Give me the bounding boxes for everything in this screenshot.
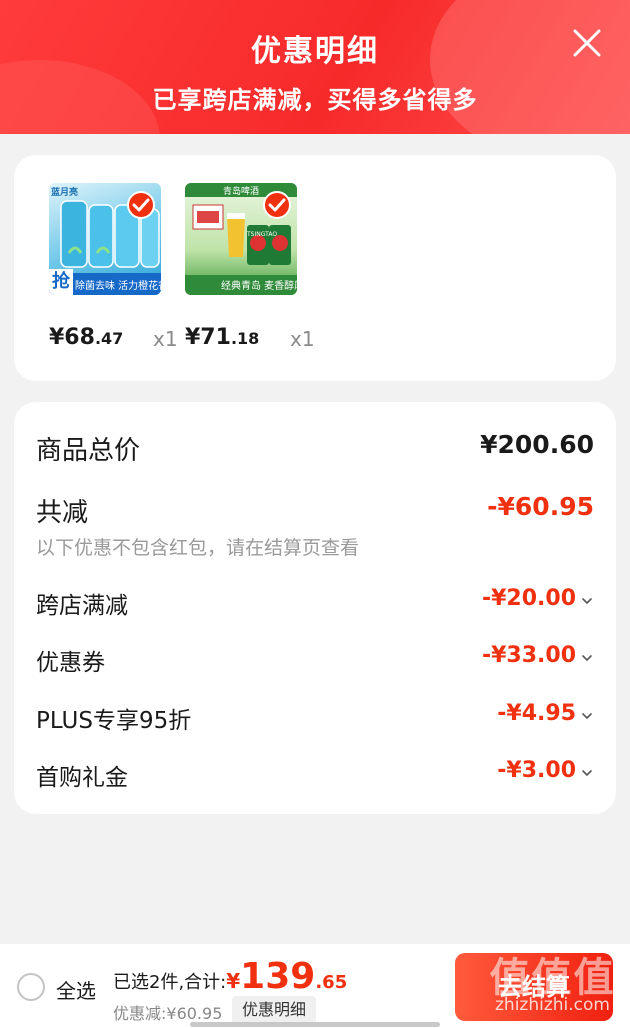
- product-image-beer[interactable]: 青岛啤酒 TSINGTAO 经典青岛 麦香醇厚: [185, 183, 297, 295]
- discount-label: 优惠券: [36, 650, 105, 676]
- checkout-bar: 全选 已选2件,合计:¥139.65 优惠减:¥60.95 优惠明细 去结算: [0, 944, 630, 1028]
- discount-detail-card: 商品总价 ¥200.60 共减 -¥60.95 以下优惠不包含红包，请在结算页查…: [14, 402, 616, 814]
- home-indicator[interactable]: [190, 1022, 440, 1027]
- chevron-down-icon[interactable]: [580, 709, 594, 723]
- checkmark-icon: [127, 191, 155, 219]
- product-quantity: x1: [153, 327, 178, 351]
- product-item[interactable]: 青岛啤酒 TSINGTAO 经典青岛 麦香醇厚 ¥71.18 x1: [185, 183, 315, 351]
- discount-hint: 以下优惠不包含红包，请在结算页查看: [36, 537, 360, 559]
- chevron-down-icon[interactable]: [580, 594, 594, 608]
- selected-summary: 已选2件,合计:¥139.65: [113, 956, 347, 997]
- discount-detail-button[interactable]: 优惠明细: [232, 996, 317, 1024]
- header: 优惠明细 已享跨店满减，买得多省得多: [0, 0, 630, 134]
- discount-value: -¥20.00: [481, 586, 576, 611]
- product-brand: 蓝月亮: [51, 188, 79, 198]
- total-reduce-value: -¥60.95: [487, 492, 594, 521]
- product-image-detergent[interactable]: 蓝月亮 抢 除菌去味 活力橙花香: [49, 183, 161, 295]
- total-price-label: 商品总价: [36, 436, 141, 466]
- discount-value: -¥33.00: [481, 643, 576, 668]
- discount-label: 首购礼金: [36, 765, 128, 791]
- page-subtitle: 已享跨店满减，买得多省得多: [152, 86, 478, 114]
- product-item[interactable]: 蓝月亮 抢 除菌去味 活力橙花香 ¥68.47 x1: [49, 183, 178, 351]
- discount-value: -¥4.95: [497, 701, 576, 726]
- discount-value: -¥3.00: [497, 758, 576, 783]
- checkout-button[interactable]: 去结算: [455, 953, 613, 1021]
- product-banner: 经典青岛 麦香醇厚: [221, 281, 297, 292]
- select-all-radio[interactable]: [17, 973, 45, 1001]
- product-banner: 除菌去味 活力橙花香: [75, 281, 161, 292]
- total-amount: ¥139.65: [226, 956, 348, 997]
- selected-count-text: 已选2件,合计:: [113, 972, 227, 993]
- checkmark-icon: [263, 191, 291, 219]
- chevron-down-icon[interactable]: [580, 651, 594, 665]
- product-price: ¥68.47: [49, 325, 124, 350]
- product-price: ¥71.18: [185, 325, 260, 350]
- discount-label: PLUS专享95折: [36, 708, 192, 734]
- close-icon[interactable]: [572, 28, 602, 58]
- select-all-label[interactable]: 全选: [56, 975, 96, 1004]
- discount-summary: 优惠减:¥60.95: [113, 1004, 223, 1023]
- total-price-value: ¥200.60: [480, 430, 594, 459]
- discount-label: 跨店满减: [36, 593, 128, 619]
- product-brand: 青岛啤酒: [223, 187, 260, 197]
- flash-sale-badge: 抢: [49, 269, 73, 295]
- total-reduce-label: 共减: [36, 498, 89, 528]
- product-quantity: x1: [290, 327, 315, 351]
- product-can-label: TSINGTAO: [247, 231, 278, 238]
- page-title: 优惠明细: [251, 34, 379, 69]
- chevron-down-icon[interactable]: [580, 766, 594, 780]
- products-card: 蓝月亮 抢 除菌去味 活力橙花香 ¥68.47 x1 青岛啤酒 TSINGTAO…: [14, 155, 616, 381]
